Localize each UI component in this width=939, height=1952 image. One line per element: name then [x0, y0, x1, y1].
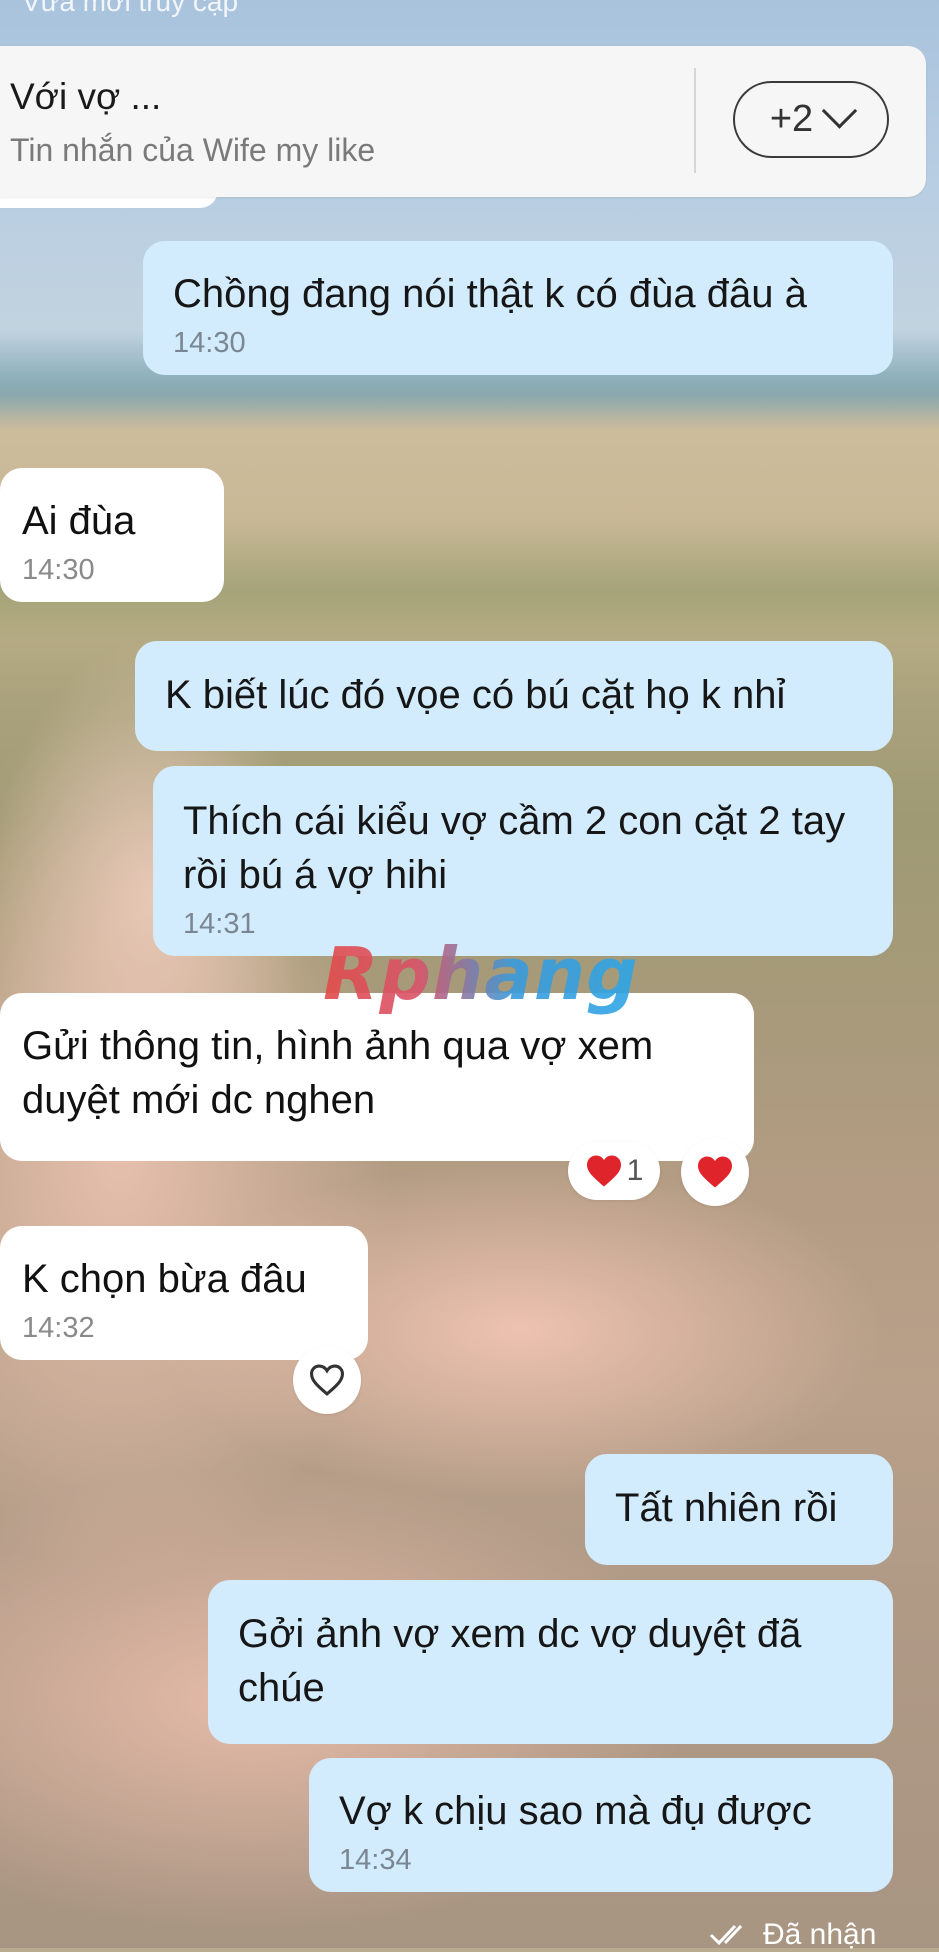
delivery-status: Đã nhận: [709, 1918, 876, 1952]
message-text: K chọn bừa đâu: [22, 1257, 307, 1301]
participants-count: +2: [769, 98, 814, 140]
message-bubble-sent[interactable]: Vợ k chịu sao mà đụ được 14:34: [309, 1758, 893, 1892]
message-bubble-sent[interactable]: K biết lúc đó vọe có bú cặt họ k nhỉ: [135, 641, 893, 751]
message-time: 14:30: [173, 327, 246, 359]
chat-title: Với vợ ...: [10, 76, 162, 117]
message-bubble-sent[interactable]: Thích cái kiểu vợ cầm 2 con cặt 2 tay rồ…: [153, 766, 893, 956]
chevron-down-icon: [821, 93, 858, 129]
message-text: Chồng đang nói thật k có đùa đâu à: [173, 272, 807, 316]
header-divider: [694, 68, 696, 173]
message-time: 14:34: [339, 1844, 412, 1876]
last-seen-status: Vừa mới truy cập: [22, 0, 239, 17]
message-text: Thích cái kiểu vợ cầm 2 con cặt 2 tay rồ…: [183, 799, 857, 897]
react-heart-button[interactable]: [293, 1346, 361, 1414]
heart-outline-icon: [309, 1364, 345, 1396]
react-heart-button[interactable]: [681, 1138, 749, 1206]
message-bubble-received[interactable]: K chọn bừa đâu 14:32: [0, 1226, 368, 1360]
message-text: K biết lúc đó vọe có bú cặt họ k nhỉ: [165, 673, 786, 717]
message-text: Gửi thông tin, hình ảnh qua vợ xem duyệt…: [22, 1024, 665, 1122]
reaction-summary[interactable]: 1: [568, 1142, 660, 1200]
message-bubble-received[interactable]: Ai đùa 14:30: [0, 468, 224, 602]
participants-button[interactable]: +2: [733, 81, 889, 158]
heart-icon: [698, 1156, 732, 1188]
message-text: Ai đùa: [22, 499, 136, 543]
double-check-icon: [709, 1924, 743, 1946]
message-time: 14:30: [22, 554, 95, 586]
message-bubble-received[interactable]: Gửi thông tin, hình ảnh qua vợ xem duyệt…: [0, 993, 754, 1161]
delivery-status-text: Đã nhận: [763, 1918, 877, 1951]
message-time: 14:31: [183, 908, 256, 940]
chat-subtitle: Tin nhắn của Wife my like: [10, 132, 376, 168]
message-bubble-sent[interactable]: Chồng đang nói thật k có đùa đâu à 14:30: [143, 241, 893, 375]
message-text: Gởi ảnh vợ xem dc vợ duyệt đã chúe: [238, 1612, 813, 1710]
chat-header[interactable]: Với vợ ... Tin nhắn của Wife my like +2: [0, 46, 926, 197]
message-time: 14:32: [22, 1312, 95, 1344]
heart-icon: [586, 1155, 621, 1187]
message-text: Tất nhiên rồi: [615, 1486, 838, 1530]
message-bubble-sent[interactable]: Gởi ảnh vợ xem dc vợ duyệt đã chúe: [208, 1580, 893, 1744]
message-bubble-sent[interactable]: Tất nhiên rồi: [585, 1454, 893, 1565]
message-text: Vợ k chịu sao mà đụ được: [339, 1789, 812, 1833]
reaction-count: 1: [626, 1154, 644, 1187]
